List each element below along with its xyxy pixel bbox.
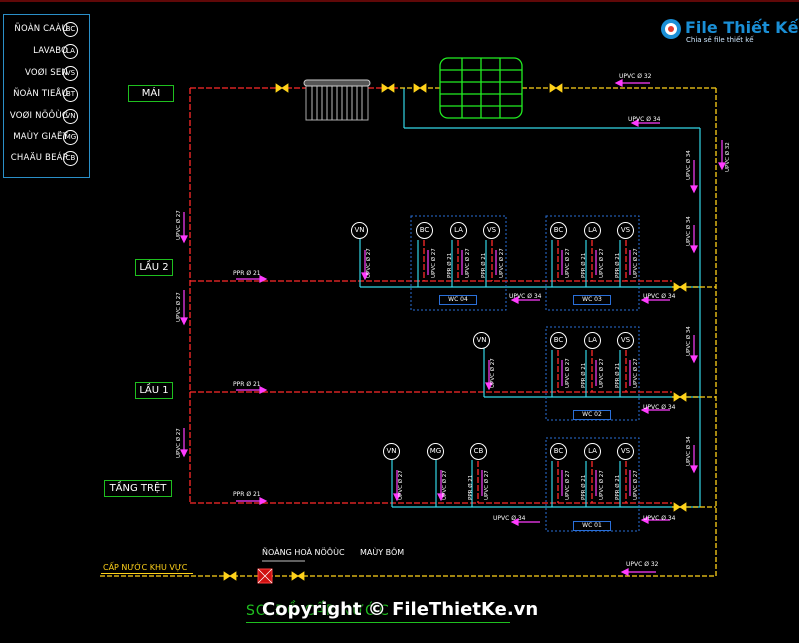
solar-heater bbox=[303, 79, 371, 121]
watermark-brand: File Thiết Kế .vn bbox=[685, 18, 799, 37]
pipe-label: UPVC Ø 34 bbox=[686, 216, 692, 246]
pipe-label: PPR Ø 21 bbox=[581, 252, 587, 278]
level-label-ground: TẦNG TRỆT bbox=[104, 480, 172, 497]
pipe-label: PPR Ø 21 bbox=[447, 252, 453, 278]
pipe-label: UPVC Ø 34 bbox=[643, 404, 676, 411]
valves bbox=[223, 83, 687, 581]
pipe-label: UPVC Ø 27 bbox=[431, 248, 437, 278]
watermark-tagline: Chia sẻ file thiết kế bbox=[686, 36, 754, 44]
pipe-label: UPVC Ø 27 bbox=[633, 470, 639, 500]
supply-underline bbox=[101, 573, 193, 574]
pipe-label: PPR Ø 21 bbox=[468, 474, 474, 500]
wc-tag: WC 04 bbox=[439, 295, 477, 305]
pipe-label: UPVC Ø 34 bbox=[493, 515, 526, 522]
pipe-label: PPR Ø 21 bbox=[481, 252, 487, 278]
wc-tag: WC 02 bbox=[573, 410, 611, 420]
drawing-canvas: ÑOÀN CAÀU BC LAVABO LA VOØI SEN VS ÑOÀN TIE… bbox=[0, 0, 799, 643]
copyright-watermark: Copyright © FileThietKe.vn bbox=[262, 599, 539, 620]
pipe-label: UPVC Ø 27 bbox=[176, 210, 182, 240]
pipe-label: UPVC Ø 27 bbox=[565, 358, 571, 388]
wc-tag: WC 03 bbox=[573, 295, 611, 305]
fixture-bc: BC bbox=[550, 332, 567, 349]
level-label-roof: MÁI bbox=[128, 85, 174, 102]
pipe-label: UPVC Ø 27 bbox=[599, 358, 605, 388]
fixture-cb: CB bbox=[470, 443, 487, 460]
fixture-vs: VS bbox=[617, 222, 634, 239]
meter-annotation: ÑOÀNG HOÀ NÖÔÙC bbox=[262, 548, 345, 557]
pipe-label: UPVC Ø 27 bbox=[633, 248, 639, 278]
fixture-vn: VN bbox=[351, 222, 368, 239]
pipe-label: UPVC Ø 27 bbox=[565, 470, 571, 500]
pipe-label: UPVC Ø 27 bbox=[465, 248, 471, 278]
title-underline bbox=[246, 622, 510, 623]
pipe-label: PPR Ø 21 bbox=[581, 362, 587, 388]
pipe-label: UPVC Ø 27 bbox=[490, 358, 496, 388]
pipe-label: UPVC Ø 27 bbox=[565, 248, 571, 278]
pipe-label: UPVC Ø 27 bbox=[633, 358, 639, 388]
pipe-label: UPVC Ø 34 bbox=[686, 326, 692, 356]
level-label-floor-2: LẦU 2 bbox=[135, 259, 173, 276]
pipe-label: UPVC Ø 27 bbox=[398, 470, 404, 500]
pipe-label: UPVC Ø 27 bbox=[176, 428, 182, 458]
pipe-label: UPVC Ø 27 bbox=[442, 470, 448, 500]
pipe-label: UPVC Ø 34 bbox=[686, 150, 692, 180]
pipe-label: PPR Ø 21 bbox=[233, 381, 261, 388]
pipe-label: UPVC Ø 34 bbox=[686, 436, 692, 466]
fixture-la: LA bbox=[584, 332, 601, 349]
pipe-label: PPR Ø 21 bbox=[615, 474, 621, 500]
supply-annotation: CẤP NƯỚC KHU VỰC bbox=[103, 563, 188, 572]
fixture-vs: VS bbox=[617, 443, 634, 460]
pump-annotation: MAÙY BÔM bbox=[360, 548, 405, 557]
logo-icon bbox=[661, 19, 681, 39]
fixture-vn: VN bbox=[473, 332, 490, 349]
level-label-floor-1: LẦU 1 bbox=[135, 382, 173, 399]
pipe-label: UPVC Ø 32 bbox=[626, 561, 659, 568]
fixture-mg: MG bbox=[427, 443, 444, 460]
meter-pump bbox=[257, 560, 305, 584]
pipe-label: PPR Ø 21 bbox=[615, 362, 621, 388]
water-tank bbox=[439, 57, 523, 119]
pipe-label: UPVC Ø 27 bbox=[599, 248, 605, 278]
pipe-label: PPR Ø 21 bbox=[233, 270, 261, 277]
pipe-label: UPVC Ø 27 bbox=[484, 470, 490, 500]
pipe-label: UPVC Ø 34 bbox=[643, 515, 676, 522]
fixture-vn: VN bbox=[383, 443, 400, 460]
pipe-label: UPVC Ø 34 bbox=[509, 293, 542, 300]
pipe-label: UPVC Ø 34 bbox=[628, 116, 661, 123]
fixture-bc: BC bbox=[550, 222, 567, 239]
pipe-label: UPVC Ø 27 bbox=[499, 248, 505, 278]
pipe-label: UPVC Ø 27 bbox=[599, 470, 605, 500]
pipe-label: PPR Ø 21 bbox=[233, 491, 261, 498]
fixture-la: LA bbox=[450, 222, 467, 239]
pipe-label: UPVC Ø 32 bbox=[619, 73, 652, 80]
wc-tag: WC 01 bbox=[573, 521, 611, 531]
fixture-la: LA bbox=[584, 443, 601, 460]
pipe-label: UPVC Ø 27 bbox=[366, 248, 372, 278]
fixture-vs: VS bbox=[617, 332, 634, 349]
pipe-label: UPVC Ø 27 bbox=[176, 292, 182, 322]
fixture-vs: VS bbox=[483, 222, 500, 239]
pipe-label: UPVC Ø 34 bbox=[643, 293, 676, 300]
fixture-bc: BC bbox=[550, 443, 567, 460]
flow-arrows bbox=[180, 79, 726, 576]
pipe-label: PPR Ø 21 bbox=[581, 474, 587, 500]
fixture-la: LA bbox=[584, 222, 601, 239]
pipe-label: UPVC Ø 32 bbox=[725, 142, 731, 172]
pipe-label: PPR Ø 21 bbox=[615, 252, 621, 278]
fixture-bc: BC bbox=[416, 222, 433, 239]
pipe-network bbox=[0, 0, 799, 584]
